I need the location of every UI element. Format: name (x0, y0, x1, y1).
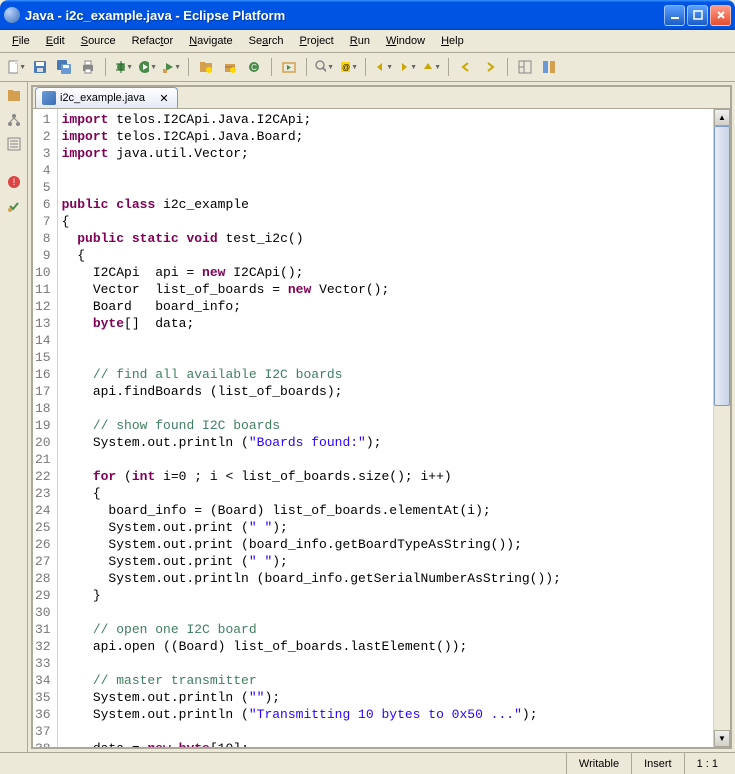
tab-label: i2c_example.java (60, 92, 145, 104)
titlebar: Java - i2c_example.java - Eclipse Platfo… (0, 0, 735, 30)
java-file-icon (42, 91, 56, 105)
back-button[interactable]: ▼ (372, 56, 394, 78)
package-explorer-button[interactable] (3, 85, 25, 107)
menu-project[interactable]: Project (293, 33, 341, 49)
forward-button[interactable]: ▼ (396, 56, 418, 78)
scroll-up-button[interactable]: ▲ (714, 109, 730, 126)
problems-button[interactable]: ! (3, 171, 25, 193)
menu-help[interactable]: Help (434, 33, 471, 49)
scroll-thumb[interactable] (714, 126, 730, 406)
statusbar: Writable Insert 1 : 1 (0, 752, 735, 774)
menu-source[interactable]: Source (74, 33, 123, 49)
side-toolbar: ! (0, 82, 28, 752)
menu-window[interactable]: Window (379, 33, 432, 49)
tasks-button[interactable] (3, 195, 25, 217)
svg-text:!: ! (12, 177, 15, 187)
perspective-button[interactable] (514, 56, 536, 78)
menu-search[interactable]: Search (242, 33, 291, 49)
maximize-button[interactable] (687, 5, 708, 26)
scroll-down-button[interactable]: ▼ (714, 730, 730, 747)
menu-refactor[interactable]: Refactor (125, 33, 181, 49)
line-number-gutter: 1234567891011121314151617181920212223242… (33, 109, 58, 747)
run-button[interactable]: ▼ (136, 56, 158, 78)
outline-button[interactable] (3, 133, 25, 155)
print-button[interactable] (77, 56, 99, 78)
nav-back-button[interactable] (455, 56, 477, 78)
menubar: File Edit Source Refactor Navigate Searc… (0, 30, 735, 53)
tab-bar: i2c_example.java ✕ (33, 87, 730, 109)
new-class-button[interactable]: C (243, 56, 265, 78)
svg-text:C: C (251, 63, 257, 72)
annotation-button[interactable]: @▼ (337, 56, 359, 78)
up-button[interactable]: ▼ (420, 56, 442, 78)
save-all-button[interactable] (53, 56, 75, 78)
close-button[interactable] (710, 5, 731, 26)
minimize-button[interactable] (664, 5, 685, 26)
search-button[interactable]: ▼ (313, 56, 335, 78)
menu-edit[interactable]: Edit (39, 33, 72, 49)
editor-area: i2c_example.java ✕ 123456789101112131415… (31, 85, 732, 749)
new-project-button[interactable] (195, 56, 217, 78)
status-position: 1 : 1 (684, 753, 730, 774)
eclipse-icon (4, 7, 20, 23)
debug-button[interactable]: ▼ (112, 56, 134, 78)
menu-run[interactable]: Run (343, 33, 377, 49)
run-last-button[interactable]: ▼ (160, 56, 182, 78)
window-title: Java - i2c_example.java - Eclipse Platfo… (25, 8, 664, 23)
menu-file[interactable]: File (5, 33, 37, 49)
new-button[interactable]: ▼ (5, 56, 27, 78)
status-mode: Insert (631, 753, 684, 774)
open-type-button[interactable] (278, 56, 300, 78)
tab-file[interactable]: i2c_example.java ✕ (35, 87, 178, 108)
tab-close-icon[interactable]: ✕ (157, 91, 171, 105)
perspective-java-button[interactable] (538, 56, 560, 78)
vertical-scrollbar[interactable]: ▲ ▼ (713, 109, 730, 747)
toolbar: ▼ ▼ ▼ ▼ C ▼ @▼ ▼ ▼ ▼ (0, 53, 735, 82)
status-writable: Writable (566, 753, 631, 774)
hierarchy-button[interactable] (3, 109, 25, 131)
new-package-button[interactable] (219, 56, 241, 78)
nav-forward-button[interactable] (479, 56, 501, 78)
svg-text:@: @ (342, 63, 350, 72)
code-editor[interactable]: import telos.I2CApi.Java.I2CApi;import t… (58, 109, 713, 747)
menu-navigate[interactable]: Navigate (182, 33, 239, 49)
save-button[interactable] (29, 56, 51, 78)
